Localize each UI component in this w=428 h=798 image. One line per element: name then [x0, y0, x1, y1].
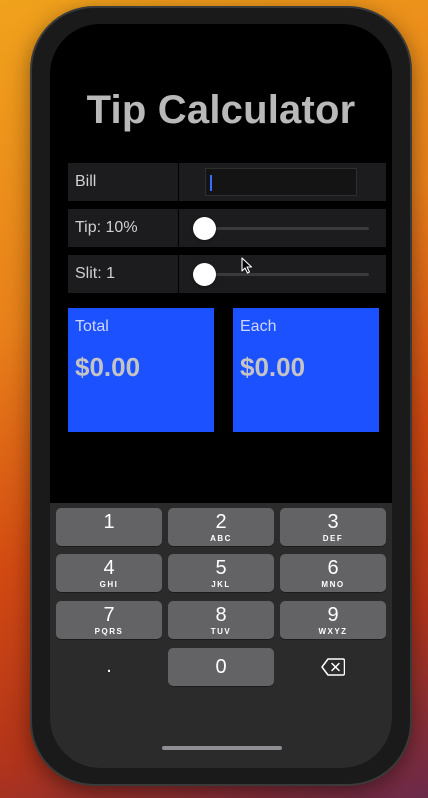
key-digit: 6 [327, 557, 339, 579]
key-decimal[interactable]: . [56, 648, 162, 686]
key-digit: . [106, 655, 112, 677]
key-6[interactable]: 6 MNO [280, 554, 386, 592]
tip-label: Tip: 10% [68, 209, 178, 247]
number-keypad: 1 2 ABC 3 DEF 4 GHI 5 JKL 6 MNO 7 PQRS 8… [50, 503, 392, 768]
key-2[interactable]: 2 ABC [168, 508, 274, 546]
text-caret [210, 175, 212, 191]
tip-row: Tip: 10% [68, 209, 386, 247]
key-letters: ABC [210, 534, 232, 543]
bill-row: Bill [68, 163, 386, 201]
home-indicator [162, 746, 282, 750]
key-digit: 0 [215, 656, 227, 678]
key-digit: 1 [103, 511, 115, 533]
key-4[interactable]: 4 GHI [56, 554, 162, 592]
split-slider-thumb[interactable] [193, 263, 216, 286]
total-label: Total [75, 318, 109, 335]
bill-field-cell [179, 163, 386, 201]
key-digit: 5 [215, 557, 227, 579]
total-value: $0.00 [75, 352, 141, 382]
key-3[interactable]: 3 DEF [280, 508, 386, 546]
key-letters: MNO [321, 580, 345, 589]
split-slider-track[interactable] [197, 273, 369, 276]
phone-frame: Tip Calculator Bill Tip: 10% Slit: 1 Tot… [32, 8, 410, 784]
key-digit: 4 [103, 557, 115, 579]
delete-backspace-icon [321, 658, 346, 676]
split-row: Slit: 1 [68, 255, 386, 293]
key-1[interactable]: 1 [56, 508, 162, 546]
key-digit: 2 [215, 511, 227, 533]
tip-slider-thumb[interactable] [193, 217, 216, 240]
key-digit: 8 [215, 604, 227, 626]
key-delete[interactable] [280, 648, 386, 686]
key-letters: TUV [210, 627, 232, 636]
key-letters: PQRS [94, 627, 124, 636]
key-letters: WXYZ [318, 627, 348, 636]
key-letters: GHI [99, 580, 119, 589]
mouse-pointer-icon [241, 257, 253, 274]
each-label: Each [240, 318, 277, 335]
total-card: Total $0.00 [68, 308, 214, 432]
key-digit: 9 [327, 604, 339, 626]
each-card: Each $0.00 [233, 308, 379, 432]
key-digit: 7 [103, 604, 115, 626]
key-0[interactable]: 0 [168, 648, 274, 686]
tip-slider-track[interactable] [197, 227, 369, 230]
split-slider[interactable] [179, 255, 386, 293]
page-title: Tip Calculator [86, 88, 356, 132]
key-letters: DEF [322, 534, 344, 543]
key-digit: 3 [327, 511, 339, 533]
app-screen: Tip Calculator Bill Tip: 10% Slit: 1 Tot… [50, 24, 392, 768]
bill-input[interactable] [205, 168, 357, 196]
key-9[interactable]: 9 WXYZ [280, 601, 386, 639]
key-7[interactable]: 7 PQRS [56, 601, 162, 639]
split-label: Slit: 1 [68, 255, 178, 293]
tip-slider[interactable] [179, 209, 386, 247]
key-8[interactable]: 8 TUV [168, 601, 274, 639]
key-letters: JKL [211, 580, 231, 589]
bill-label: Bill [68, 163, 178, 201]
each-value: $0.00 [240, 352, 306, 382]
key-5[interactable]: 5 JKL [168, 554, 274, 592]
